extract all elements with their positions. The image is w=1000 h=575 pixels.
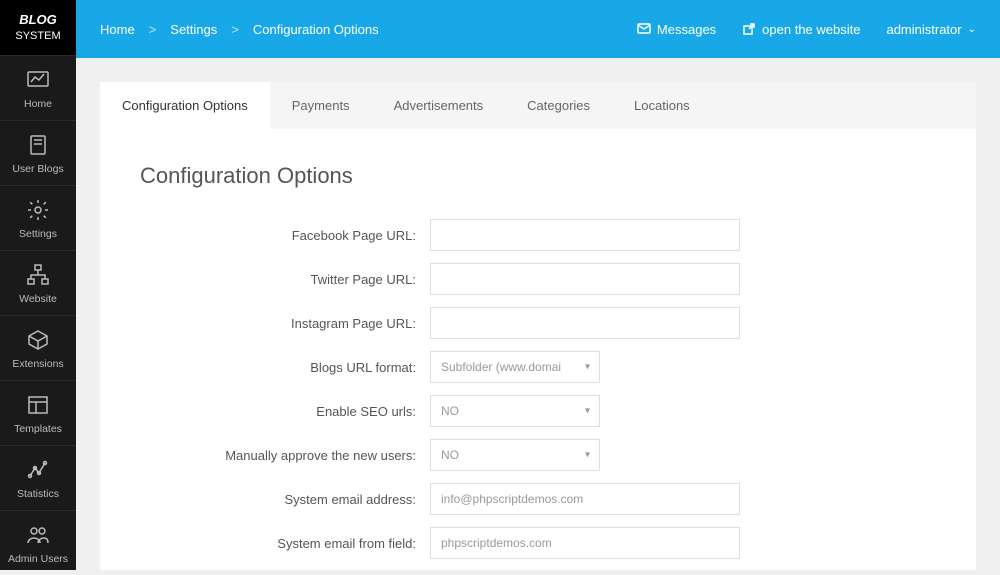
tab-payments[interactable]: Payments <box>270 82 372 129</box>
approve-users-select[interactable]: NO <box>430 439 600 471</box>
breadcrumb: Home > Settings > Configuration Options <box>100 22 379 37</box>
sidebar-item-label: Statistics <box>17 488 59 500</box>
sidebar-item-user-blogs[interactable]: User Blogs <box>0 120 76 185</box>
sidebar-item-admin-users[interactable]: Admin Users <box>0 510 76 575</box>
label-seo: Enable SEO urls: <box>140 404 430 419</box>
label-blogs-format: Blogs URL format: <box>140 360 430 375</box>
blogs-icon <box>26 133 50 157</box>
breadcrumb-home[interactable]: Home <box>100 22 135 37</box>
facebook-url-input[interactable] <box>430 219 740 251</box>
page-title: Configuration Options <box>140 163 936 189</box>
sidebar-item-label: Templates <box>14 423 62 435</box>
tab-categories[interactable]: Categories <box>505 82 612 129</box>
tab-locations[interactable]: Locations <box>612 82 712 129</box>
open-website-link[interactable]: open the website <box>742 22 860 37</box>
administrator-dropdown[interactable]: administrator ⌄ <box>886 22 976 37</box>
twitter-url-input[interactable] <box>430 263 740 295</box>
stats-icon <box>26 458 50 482</box>
label-facebook: Facebook Page URL: <box>140 228 430 243</box>
external-icon <box>742 22 756 36</box>
sidebar-item-label: Settings <box>19 228 57 240</box>
label-instagram: Instagram Page URL: <box>140 316 430 331</box>
sidebar-item-label: Home <box>24 98 52 110</box>
sidebar-item-label: Extensions <box>12 358 63 370</box>
chart-icon <box>26 68 50 92</box>
sidebar-item-statistics[interactable]: Statistics <box>0 445 76 510</box>
gear-icon <box>26 198 50 222</box>
label-approve: Manually approve the new users: <box>140 448 430 463</box>
tab-configuration-options[interactable]: Configuration Options <box>100 82 270 129</box>
system-email-input[interactable] <box>430 483 740 515</box>
sidebar-item-extensions[interactable]: Extensions <box>0 315 76 380</box>
sidebar-item-label: Admin Users <box>8 553 68 565</box>
blogs-format-select[interactable]: Subfolder (www.domai <box>430 351 600 383</box>
tabs: Configuration Options Payments Advertise… <box>100 82 976 129</box>
sidebar-item-home[interactable]: Home <box>0 55 76 120</box>
breadcrumb-settings[interactable]: Settings <box>170 22 217 37</box>
chevron-down-icon: ⌄ <box>968 24 976 35</box>
messages-link[interactable]: Messages <box>637 22 716 37</box>
users-icon <box>26 523 50 547</box>
seo-urls-select[interactable]: NO <box>430 395 600 427</box>
layout-icon <box>26 393 50 417</box>
breadcrumb-current: Configuration Options <box>253 22 379 37</box>
sidebar-item-label: User Blogs <box>12 163 63 175</box>
instagram-url-input[interactable] <box>430 307 740 339</box>
message-icon <box>637 22 651 36</box>
label-email: System email address: <box>140 492 430 507</box>
logo: BLOGSYSTEM <box>0 0 76 55</box>
tab-advertisements[interactable]: Advertisements <box>372 82 506 129</box>
sidebar-item-settings[interactable]: Settings <box>0 185 76 250</box>
sidebar-item-templates[interactable]: Templates <box>0 380 76 445</box>
email-from-input[interactable] <box>430 527 740 559</box>
sitemap-icon <box>26 263 50 287</box>
sidebar-item-website[interactable]: Website <box>0 250 76 315</box>
label-from: System email from field: <box>140 536 430 551</box>
label-twitter: Twitter Page URL: <box>140 272 430 287</box>
box-icon <box>26 328 50 352</box>
sidebar-item-label: Website <box>19 293 57 305</box>
